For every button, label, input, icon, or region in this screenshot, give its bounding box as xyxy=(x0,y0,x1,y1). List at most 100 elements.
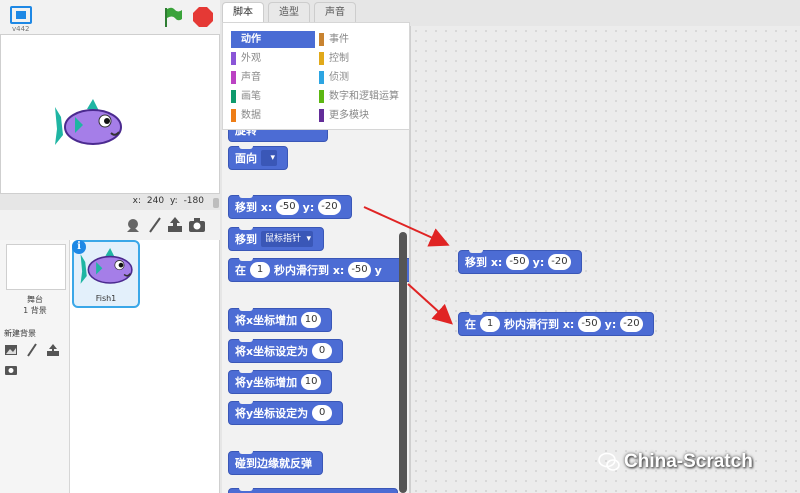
category-9[interactable]: 更多模块 xyxy=(319,107,403,124)
editor-tabs: 脚本 造型 声音 xyxy=(222,0,410,23)
tab-costumes[interactable]: 造型 xyxy=(268,2,310,22)
block-label: 在 xyxy=(465,318,476,331)
y-input[interactable]: -20 xyxy=(548,254,571,270)
block-label: 旋转 xyxy=(235,130,257,137)
block-label: 将x坐标设定为 xyxy=(235,345,309,358)
version-label: v442 xyxy=(12,25,30,33)
value-input[interactable]: 10 xyxy=(301,374,322,390)
category-3[interactable]: 控制 xyxy=(319,50,403,67)
x-input[interactable]: -50 xyxy=(578,316,601,332)
block-change-y[interactable]: 将y坐标增加 10 xyxy=(228,370,333,394)
block-label: 移到 x: xyxy=(235,201,273,214)
category-6[interactable]: 画笔 xyxy=(231,88,315,105)
y-input[interactable]: -20 xyxy=(620,316,643,332)
category-label: 外观 xyxy=(241,53,261,64)
block-label-mid: 秒内滑行到 x: xyxy=(504,318,575,331)
camera-icon[interactable] xyxy=(188,216,206,234)
category-swatch xyxy=(231,71,236,84)
tab-sounds[interactable]: 声音 xyxy=(314,2,356,22)
y-input[interactable]: -20 xyxy=(318,199,341,215)
backdrop-camera-icon[interactable] xyxy=(4,362,18,376)
block-label: 将x坐标增加 xyxy=(235,314,298,327)
block-label: 碰到边缘就反弹 xyxy=(235,457,312,470)
block-set-y[interactable]: 将y坐标设定为 0 xyxy=(228,401,344,425)
script-glide[interactable]: 在 1 秒内滑行到 x: -50 y: -20 xyxy=(458,312,654,336)
category-swatch xyxy=(231,90,236,103)
stop-icon[interactable] xyxy=(192,6,214,28)
new-sprite-toolbar xyxy=(0,210,220,240)
category-5[interactable]: 侦测 xyxy=(319,69,403,86)
fish-thumbnail xyxy=(80,248,133,284)
x-input[interactable]: -50 xyxy=(348,262,371,278)
category-label: 数据 xyxy=(241,110,261,121)
block-goto-target[interactable]: 移到 鼠标指针 xyxy=(228,227,325,251)
category-2[interactable]: 外观 xyxy=(231,50,315,67)
x-input[interactable]: -50 xyxy=(276,199,299,215)
y-label: y: xyxy=(532,255,545,269)
y-label: y: xyxy=(604,317,617,331)
tab-scripts[interactable]: 脚本 xyxy=(222,2,264,23)
block-set-x[interactable]: 将x坐标设定为 0 xyxy=(228,339,344,363)
block-bounce[interactable]: 碰到边缘就反弹 xyxy=(228,451,323,475)
fish-sprite[interactable] xyxy=(53,99,125,153)
value-input[interactable]: 0 xyxy=(312,343,333,359)
y-value: -180 xyxy=(183,196,204,206)
value-input[interactable]: 10 xyxy=(301,312,322,328)
stage-header: v442 xyxy=(0,0,220,34)
category-0[interactable]: 动作 xyxy=(231,31,315,48)
direction-dropdown[interactable] xyxy=(261,150,277,166)
x-input[interactable]: -50 xyxy=(506,254,529,270)
scripts-area[interactable]: 移到 x: -50 y: -20 在 1 秒内滑行到 x: -50 y: -20 xyxy=(410,26,800,493)
block-goto-xy[interactable]: 移到 x: -50 y: -20 xyxy=(228,195,352,219)
block-glide[interactable]: 在 1 秒内滑行到 x: -50 y xyxy=(228,258,409,282)
category-7[interactable]: 数字和逻辑运算 xyxy=(319,88,403,105)
upload-icon[interactable] xyxy=(166,216,184,234)
stage-thumbnail[interactable] xyxy=(6,244,66,290)
category-8[interactable]: 数据 xyxy=(231,107,315,124)
backdrop-upload-icon[interactable] xyxy=(46,343,60,357)
script-goto-xy[interactable]: 移到 x: -50 y: -20 xyxy=(458,250,582,274)
block-label: 在 xyxy=(235,264,246,277)
collapse-handle-icon[interactable] xyxy=(213,198,219,208)
backdrop-paint-icon[interactable] xyxy=(25,343,39,357)
y-label: y xyxy=(374,263,382,277)
paint-brush-icon[interactable] xyxy=(146,216,164,234)
category-label: 数字和逻辑运算 xyxy=(329,91,399,102)
category-label: 侦测 xyxy=(329,72,349,83)
wechat-icon xyxy=(598,452,620,471)
target-dropdown[interactable]: 鼠标指针 xyxy=(261,231,314,247)
palette-scrollbar[interactable] xyxy=(399,232,407,493)
green-flag-icon[interactable] xyxy=(162,6,184,28)
block-change-x[interactable]: 将x坐标增加 10 xyxy=(228,308,333,332)
category-label: 声音 xyxy=(241,72,261,83)
category-swatch xyxy=(319,90,324,103)
category-1[interactable]: 事件 xyxy=(319,31,403,48)
block-label-mid: 秒内滑行到 x: xyxy=(274,264,345,277)
secs-input[interactable]: 1 xyxy=(480,316,500,332)
secs-input[interactable]: 1 xyxy=(250,262,270,278)
y-label: y: xyxy=(169,196,178,206)
block-partial-bottom[interactable] xyxy=(228,488,398,493)
sprite-library-icon[interactable] xyxy=(124,216,142,234)
x-label: x: xyxy=(132,196,142,206)
block-turn-partial[interactable]: 旋转 xyxy=(228,130,328,142)
category-label: 事件 xyxy=(329,34,349,45)
fullscreen-icon[interactable] xyxy=(10,6,32,24)
category-label: 控制 xyxy=(329,53,349,64)
block-label: 面向 xyxy=(235,152,257,165)
y-label: y: xyxy=(302,200,315,214)
stage-canvas[interactable] xyxy=(0,34,220,194)
block-point-direction[interactable]: 面向 xyxy=(228,146,288,170)
sprite-tile-fish1[interactable]: i Fish1 xyxy=(72,240,140,308)
category-swatch xyxy=(231,109,236,122)
block-palette: 旋转 面向 移到 x: -50 y: -20 移到 鼠标指针 在 1 秒内滑行到… xyxy=(222,130,410,493)
value-input[interactable]: 0 xyxy=(312,405,333,421)
block-categories: 动作 事件外观 控制声音 侦测画笔 数字和逻辑运算数据 更多模块 xyxy=(222,22,410,130)
backdrop-library-icon[interactable] xyxy=(4,343,18,357)
scratch-editor: v442 x: 240 y: -180 舞台 1 背景 新建背景 i Fish1… xyxy=(0,0,800,493)
category-4[interactable]: 声音 xyxy=(231,69,315,86)
block-label: 将y坐标设定为 xyxy=(235,407,309,420)
new-backdrop-label: 新建背景 xyxy=(4,329,36,338)
watermark-text: China-Scratch xyxy=(624,451,753,472)
backdrop-column: 舞台 1 背景 新建背景 xyxy=(0,240,70,493)
